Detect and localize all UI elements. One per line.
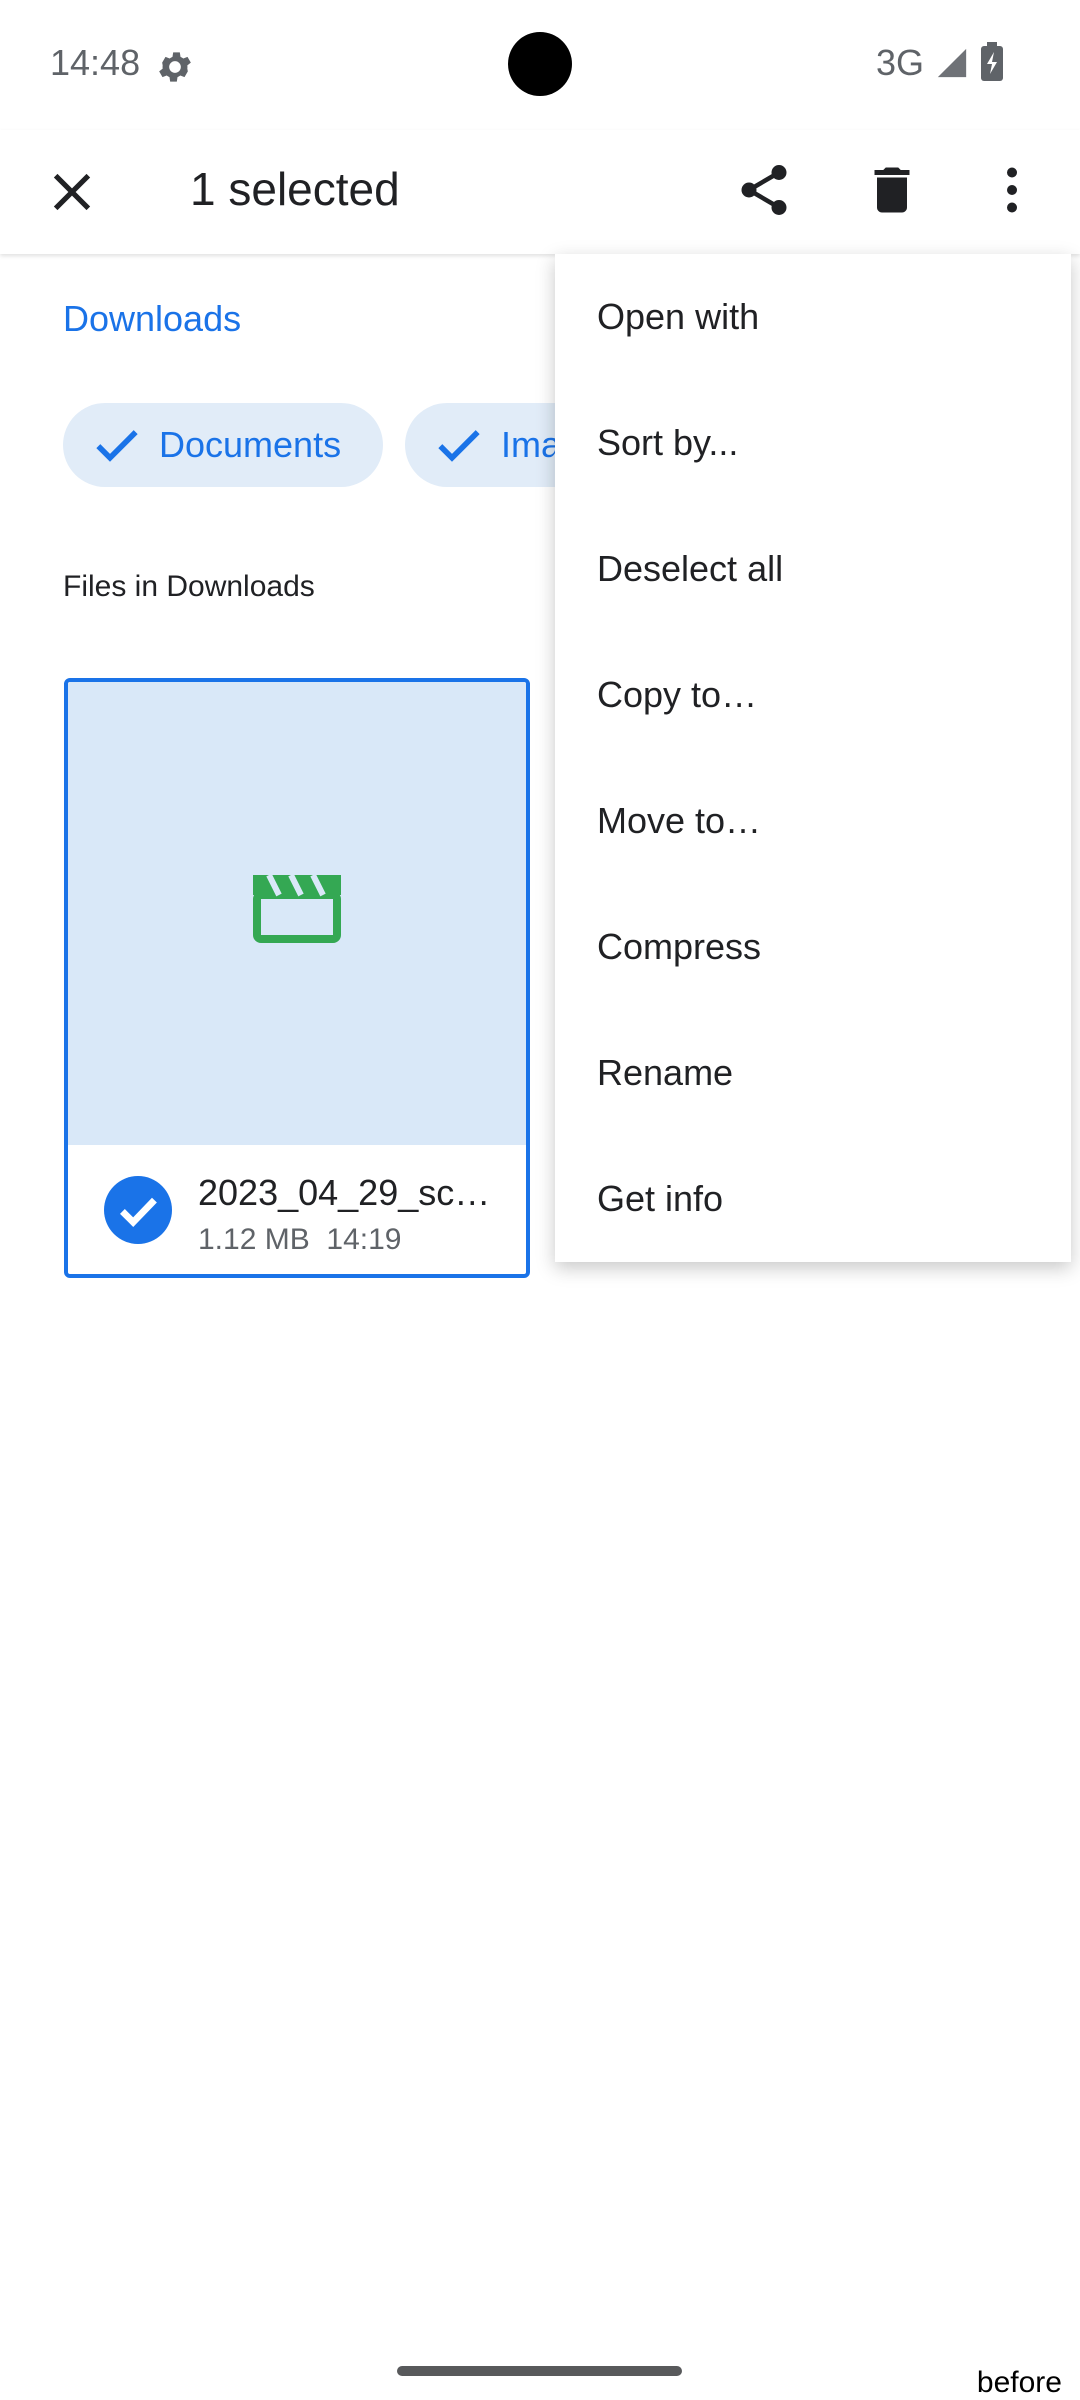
gear-icon <box>159 52 191 82</box>
chip-label: Documents <box>159 424 342 465</box>
chip-label: Ima <box>501 424 562 465</box>
menu-item-copy-to[interactable]: Copy to… <box>555 632 1071 758</box>
menu-item-sort-by[interactable]: Sort by... <box>555 380 1071 506</box>
filter-chip-documents[interactable]: Documents <box>63 403 383 487</box>
breadcrumb-downloads[interactable]: Downloads <box>63 298 241 340</box>
network-type: 3G <box>876 42 925 83</box>
menu-item-compress[interactable]: Compress <box>555 884 1071 1010</box>
battery-charging-icon <box>981 42 1003 81</box>
selection-toolbar: 1 selected <box>0 130 1080 254</box>
gesture-nav-handle[interactable] <box>397 2366 682 2376</box>
close-icon[interactable] <box>44 164 100 220</box>
file-card[interactable]: 2023_04_29_sc… 1.12 MB 14:19 <box>64 678 530 1278</box>
corner-label: before <box>976 2366 1062 2399</box>
menu-item-move-to[interactable]: Move to… <box>555 758 1071 884</box>
file-time: 14:19 <box>326 1223 402 1256</box>
more-vert-icon[interactable] <box>982 160 1042 220</box>
status-time: 14:48 <box>50 42 141 83</box>
file-meta: 1.12 MB 14:19 <box>198 1223 401 1257</box>
section-title: Files in Downloads <box>63 570 315 603</box>
menu-item-deselect-all[interactable]: Deselect all <box>555 506 1071 632</box>
menu-item-rename[interactable]: Rename <box>555 1010 1071 1136</box>
share-icon[interactable] <box>734 160 794 220</box>
selected-check-icon[interactable] <box>104 1176 172 1244</box>
signal-icon <box>937 48 967 78</box>
file-size: 1.12 MB <box>198 1223 310 1256</box>
check-icon <box>438 430 480 462</box>
overflow-menu: Open with Sort by... Deselect all Copy t… <box>555 254 1071 1262</box>
selection-count-title: 1 selected <box>190 163 400 215</box>
camera-cutout <box>508 32 572 96</box>
menu-item-open-with[interactable]: Open with <box>555 254 1071 380</box>
video-clapper-icon <box>253 873 341 943</box>
delete-icon[interactable] <box>862 160 922 220</box>
menu-item-get-info[interactable]: Get info <box>555 1136 1071 1262</box>
check-icon <box>96 430 138 462</box>
status-bar: 14:48 3G <box>0 0 1080 130</box>
file-name: 2023_04_29_sc… <box>198 1172 491 1213</box>
file-thumbnail <box>68 682 526 1145</box>
